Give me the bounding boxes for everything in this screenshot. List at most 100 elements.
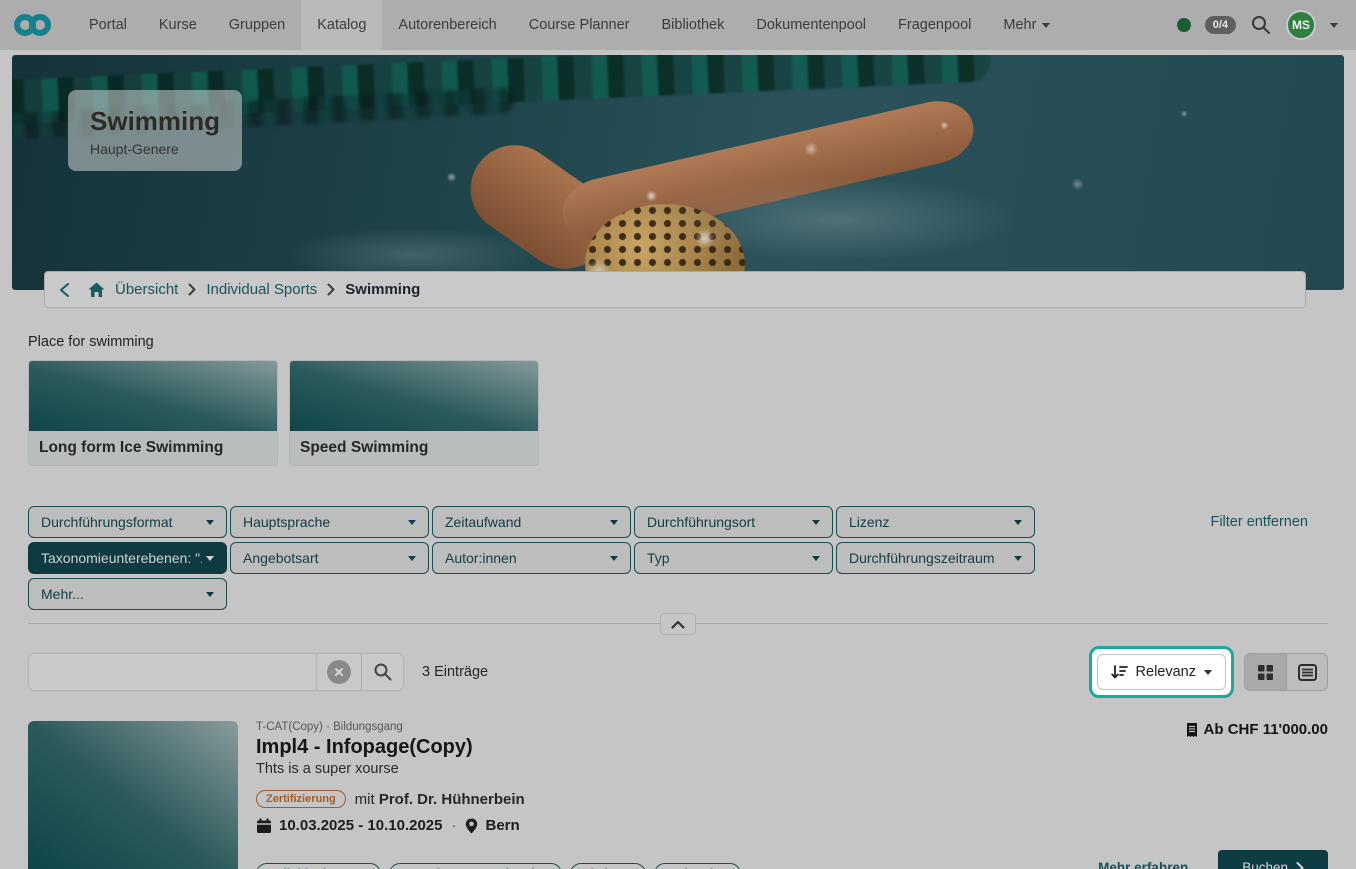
filter-label: Typ [647,550,670,566]
filter-hauptsprache[interactable]: Hauptsprache [230,506,429,538]
page-title: Swimming [90,106,220,137]
sort-dropdown-button[interactable]: Relevanz [1097,654,1226,690]
certification-row: Zertifizierung mit Prof. Dr. Hühnerbein [256,790,741,808]
submit-search-button[interactable] [361,654,403,690]
nav-item-gruppen[interactable]: Gruppen [213,0,301,50]
chevron-down-icon [408,520,416,525]
openolat-logo[interactable] [14,14,51,36]
course-actions: Mehr erfahren Buchen [1098,850,1328,869]
clear-filters-link[interactable]: Filter entfernen [1210,514,1308,530]
course-meta: T-CAT(Copy) · Bildungsgang [256,721,741,733]
breadcrumb: Übersicht Individual Sports Swimming [44,271,1306,308]
user-avatar[interactable]: MS [1286,10,1316,40]
filter-durchfuehrungsformat[interactable]: Durchführungsformat [28,506,227,538]
receipt-icon [1186,722,1198,738]
chevron-down-icon [1042,23,1050,28]
course-thumbnail[interactable] [28,721,238,869]
home-icon[interactable] [88,282,105,298]
nav-item-fragenpool[interactable]: Fragenpool [882,0,987,50]
filter-label: Lizenz [849,514,889,530]
tag-long-form-ice-swimming[interactable]: Long form Ice Swimming [389,863,562,869]
chevron-down-icon [206,592,214,597]
filter-label: Hauptsprache [243,514,330,530]
chevron-down-icon [1204,670,1212,675]
filter-label: Mehr... [41,586,84,602]
chevron-down-icon [206,520,214,525]
nav-item-kurse[interactable]: Kurse [143,0,213,50]
course-info: T-CAT(Copy) · Bildungsgang Impl4 - Infop… [256,721,741,869]
filter-taxonomieunterebenen[interactable]: Taxonomieunterebenen: "... [28,542,227,574]
nav-item-katalog[interactable]: Katalog [301,0,382,50]
filter-mehr[interactable]: Mehr... [28,578,227,610]
main-menu: Portal Kurse Gruppen Katalog Autorenbere… [73,0,1066,50]
certification-badge: Zertifizierung [256,790,346,808]
filter-label: Zeitaufwand [445,514,521,530]
book-button[interactable]: Buchen [1218,850,1328,869]
results-search-group [28,653,404,691]
filter-angebotsart[interactable]: Angebotsart [230,542,429,574]
nav-item-course-planner[interactable]: Course Planner [513,0,646,50]
taxonomy-section-label: Place for swimming [28,334,1328,350]
tag-individual-sports[interactable]: Individual Sports [256,863,381,869]
nav-item-mehr-label: Mehr [1003,17,1036,33]
taxonomy-cards: Long form Ice Swimming Speed Swimming [28,360,1328,466]
book-button-label: Buchen [1242,860,1288,869]
filter-zeitaufwand[interactable]: Zeitaufwand [432,506,631,538]
nav-item-bibliothek[interactable]: Bibliothek [646,0,741,50]
breadcrumb-link-overview[interactable]: Übersicht [115,281,178,298]
filter-label: Durchführungszeitraum [849,550,995,566]
breadcrumb-separator-icon [327,283,335,296]
course-title[interactable]: Impl4 - Infopage(Copy) [256,736,741,759]
course-subtitle: Thts is a super xourse [256,761,741,777]
hero-title-card: Swimming Haupt-Genere [68,90,242,171]
course-tags: Individual Sports Long form Ice Swimming… [256,863,741,869]
filter-durchfuehrungsort[interactable]: Durchführungsort [634,506,833,538]
more-info-link[interactable]: Mehr erfahren [1098,860,1188,869]
action-highlight-ring: Relevanz [1089,646,1234,698]
online-status-dot [1177,18,1191,32]
chevron-down-icon [812,520,820,525]
filter-label: Autor:innen [445,550,517,566]
filter-durchfuehrungszeitraum[interactable]: Durchführungszeitraum [836,542,1035,574]
tag-skeleton[interactable]: Skeleton [570,863,646,869]
chevron-down-icon [610,520,618,525]
breadcrumb-link-individual-sports[interactable]: Individual Sports [206,281,317,298]
view-toggle-group [1244,653,1328,691]
tag-swimming[interactable]: Swimming [654,863,741,869]
page-subtitle: Haupt-Genere [90,141,220,157]
location-label: Bern [485,817,519,834]
chevron-down-icon [610,556,618,561]
user-menu-chevron-icon[interactable] [1330,23,1338,28]
clear-search-button[interactable] [316,654,361,690]
instructor-prefix: mit [355,791,375,808]
filter-autorinnen[interactable]: Autor:innen [432,542,631,574]
grid-icon [1257,664,1274,681]
main-content: Place for swimming Long form Ice Swimmin… [0,334,1356,869]
nav-item-dokumentenpool[interactable]: Dokumentenpool [740,0,882,50]
filter-lizenz[interactable]: Lizenz [836,506,1035,538]
meta-dot: · [449,817,458,834]
back-chevron-icon[interactable] [59,282,70,298]
nav-item-autorenbereich[interactable]: Autorenbereich [382,0,512,50]
clear-icon [327,660,351,684]
filter-label: Angebotsart [243,550,319,566]
session-count-badge[interactable]: 0/4 [1205,16,1236,34]
search-icon[interactable] [1250,14,1272,36]
filter-typ[interactable]: Typ [634,542,833,574]
grid-view-button[interactable] [1245,654,1286,690]
results-toolbar: 3 Einträge Relevanz [28,646,1328,698]
search-input[interactable] [29,654,316,690]
course-list-item: T-CAT(Copy) · Bildungsgang Impl4 - Infop… [28,721,1328,869]
taxonomy-card-long-form-ice-swimming[interactable]: Long form Ice Swimming [28,360,278,466]
taxonomy-card-speed-swimming[interactable]: Speed Swimming [289,360,539,466]
breadcrumb-separator-icon [188,283,196,296]
hero-banner: Swimming Haupt-Genere [12,55,1344,290]
collapse-filters-button[interactable] [660,613,696,635]
nav-item-portal[interactable]: Portal [73,0,143,50]
navbar-right: 0/4 MS [1177,10,1338,40]
nav-item-mehr[interactable]: Mehr [987,0,1066,50]
course-body: T-CAT(Copy) · Bildungsgang Impl4 - Infop… [256,721,1328,869]
list-view-button[interactable] [1286,654,1327,690]
taxonomy-card-label: Speed Swimming [290,431,538,465]
sort-label: Relevanz [1136,664,1196,680]
